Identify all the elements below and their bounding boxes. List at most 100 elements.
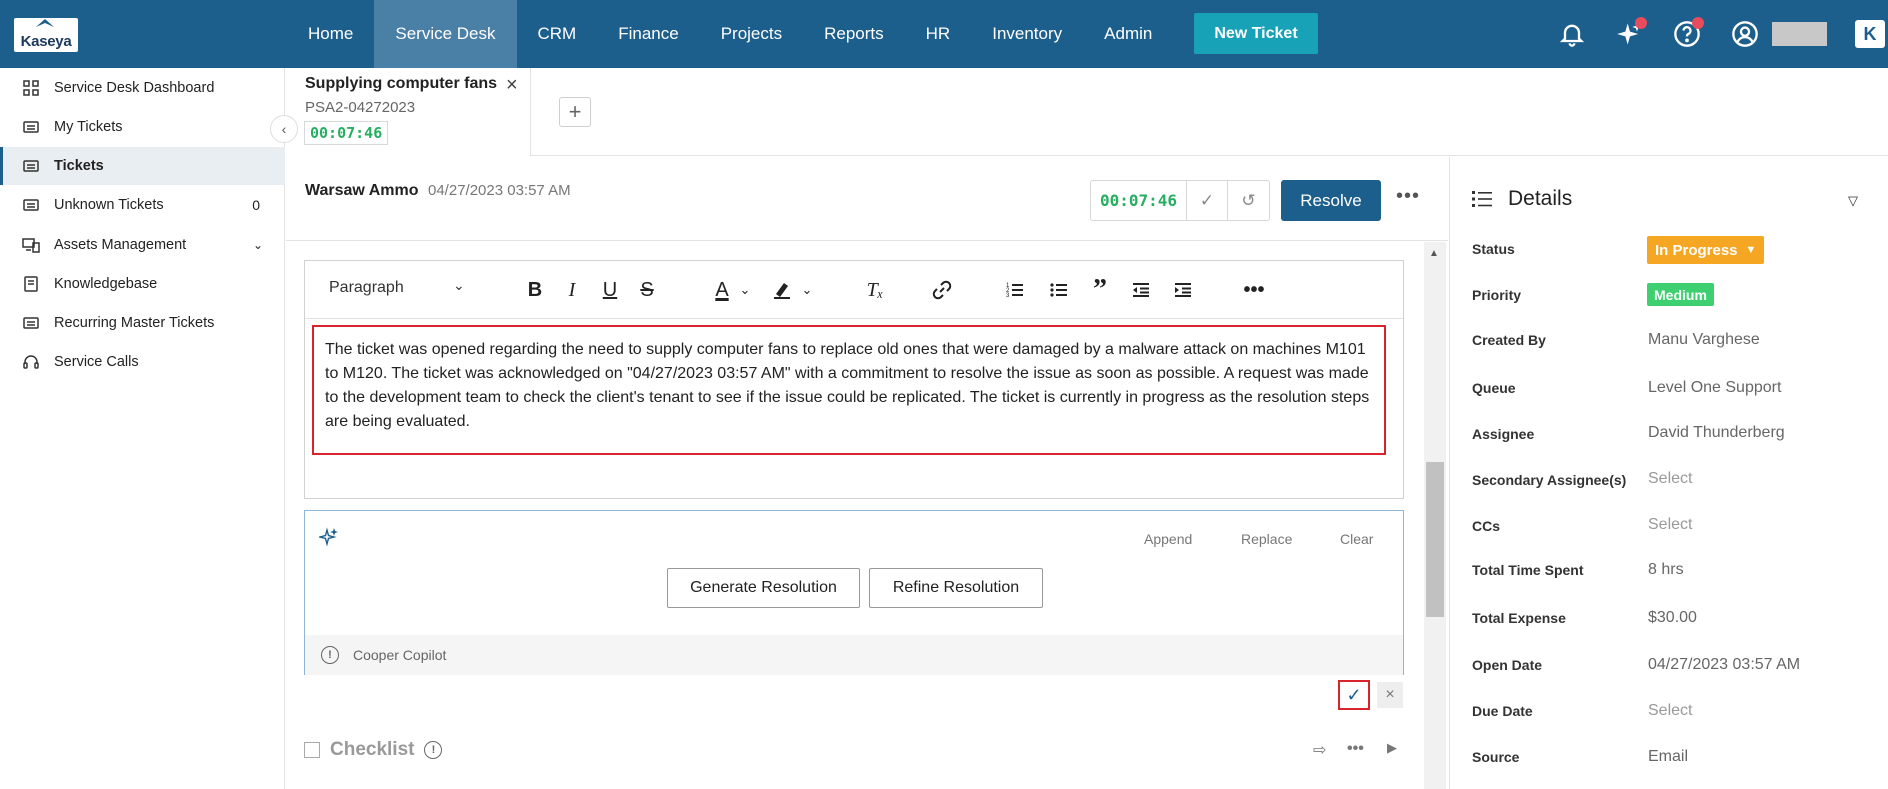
detail-queue[interactable]: Level One Support (1648, 379, 1781, 397)
customer-name[interactable]: Warsaw Ammo (305, 182, 419, 200)
clear-format-icon[interactable]: Tₓ (863, 275, 887, 305)
sidebar-item-knowledgebase[interactable]: Knowledgebase (0, 265, 285, 303)
sidebar-item-label: Assets Management (54, 237, 187, 253)
help-icon[interactable] (1673, 17, 1704, 48)
clear-link[interactable]: Clear (1340, 531, 1373, 547)
detail-label-queue: Queue (1472, 380, 1516, 396)
sparkle-icon[interactable] (1616, 17, 1647, 48)
chevron-down-icon[interactable]: ⌄ (799, 275, 815, 305)
nav-admin[interactable]: Admin (1083, 0, 1173, 68)
nav-home[interactable]: Home (287, 0, 374, 68)
resolution-text[interactable]: The ticket was opened regarding the need… (312, 325, 1386, 455)
sidebar-item-tickets[interactable]: Tickets (0, 147, 285, 185)
refine-resolution-button[interactable]: Refine Resolution (869, 568, 1043, 608)
nav-inventory[interactable]: Inventory (971, 0, 1083, 68)
sidebar-item-label: Recurring Master Tickets (54, 315, 215, 331)
checklist-icon (304, 742, 320, 758)
highlight-icon[interactable] (770, 275, 794, 305)
checklist-title[interactable]: Checklist (330, 739, 414, 761)
close-icon[interactable]: × (506, 74, 518, 97)
sidebar-item-assets-management[interactable]: Assets Management ⌄ (0, 226, 285, 264)
strikethrough-icon[interactable]: S (635, 275, 659, 305)
nav-menu: Home Service Desk CRM Finance Projects R… (287, 0, 1173, 68)
top-nav: Kaseya Home Service Desk CRM Finance Pro… (0, 0, 1888, 68)
collapse-details-icon[interactable]: ▽ (1848, 193, 1858, 209)
more-options-icon[interactable]: ••• (1241, 275, 1267, 305)
generate-resolution-button[interactable]: Generate Resolution (667, 568, 860, 608)
numbered-list-icon[interactable]: 123 (1003, 275, 1027, 305)
italic-icon[interactable]: I (560, 275, 584, 305)
bullet-list-icon[interactable] (1047, 275, 1071, 305)
detail-open-date: 04/27/2023 03:57 AM (1648, 656, 1801, 673)
expand-arrow-icon[interactable]: ▶ (1387, 740, 1397, 756)
scroll-up-icon[interactable]: ▲ (1429, 248, 1439, 259)
replace-link[interactable]: Replace (1241, 531, 1292, 547)
collapse-sidebar-button[interactable]: ‹ (270, 115, 298, 143)
blockquote-icon[interactable]: ” (1088, 274, 1112, 305)
book-icon (22, 275, 40, 293)
detail-label-total-expense: Total Expense (1472, 610, 1566, 626)
detail-secondary-assignees[interactable]: Select (1648, 470, 1692, 488)
link-icon[interactable] (930, 275, 954, 305)
detail-label-status: Status (1472, 241, 1515, 257)
sidebar-item-recurring-master-tickets[interactable]: Recurring Master Tickets (0, 304, 285, 342)
detail-label-open-date: Open Date (1472, 657, 1543, 673)
nav-crm[interactable]: CRM (517, 0, 598, 68)
headset-icon (22, 353, 40, 371)
status-badge[interactable]: In Progress ▼ (1647, 236, 1765, 264)
chevron-down-icon[interactable]: ⌄ (453, 277, 465, 294)
nav-hr[interactable]: HR (905, 0, 972, 68)
import-icon[interactable]: ⇨ (1313, 740, 1326, 760)
ticket-opened-date: 04/27/2023 03:57 AM (428, 182, 571, 199)
new-ticket-button[interactable]: New Ticket (1194, 13, 1318, 54)
cancel-button[interactable]: × (1377, 682, 1403, 708)
detail-assignee[interactable]: David Thunderberg (1648, 424, 1785, 442)
indent-icon[interactable] (1171, 275, 1195, 305)
chevron-down-icon[interactable]: ⌄ (253, 238, 263, 252)
more-options-icon[interactable]: ••• (1396, 185, 1420, 208)
bold-icon[interactable]: B (523, 275, 547, 305)
user-icon[interactable] (1731, 20, 1759, 48)
nav-projects[interactable]: Projects (700, 0, 803, 68)
sidebar-item-service-calls[interactable]: Service Calls (0, 343, 285, 381)
kaseya-logo[interactable]: Kaseya (14, 18, 78, 52)
text-color-icon[interactable]: A (710, 275, 734, 305)
nav-reports[interactable]: Reports (803, 0, 905, 68)
sidebar-item-my-tickets[interactable]: My Tickets (0, 108, 285, 146)
check-icon[interactable]: ✓ (1187, 181, 1228, 220)
append-link[interactable]: Append (1144, 531, 1192, 547)
resolve-button[interactable]: Resolve (1281, 180, 1381, 221)
detail-source[interactable]: Email (1648, 748, 1688, 766)
detail-due-date[interactable]: Select (1648, 702, 1692, 720)
notification-dot (1692, 17, 1704, 29)
block-format-select[interactable]: Paragraph (329, 279, 404, 297)
ticket-tab[interactable]: Supplying computer fans × PSA2-04272023 … (286, 68, 531, 156)
detail-created-by: Manu Varghese (1648, 331, 1760, 348)
underline-icon[interactable]: U (598, 275, 622, 305)
reset-icon[interactable]: ↺ (1228, 181, 1269, 220)
nav-service-desk[interactable]: Service Desk (374, 0, 517, 68)
unknown-tickets-count: 0 (252, 197, 260, 213)
scrollbar-thumb[interactable] (1426, 462, 1444, 617)
bell-icon[interactable] (1558, 20, 1586, 48)
priority-badge[interactable]: Medium (1647, 283, 1714, 306)
info-icon[interactable]: ! (424, 741, 443, 759)
sidebar-item-label: My Tickets (54, 119, 123, 135)
kaseya-k-icon[interactable]: K (1855, 20, 1885, 48)
more-options-icon[interactable]: ••• (1347, 740, 1364, 758)
sidebar-item-unknown-tickets[interactable]: Unknown Tickets 0 (0, 186, 285, 224)
add-tab-button[interactable]: + (559, 97, 591, 127)
sidebar-item-dashboard[interactable]: Service Desk Dashboard (0, 69, 285, 107)
sidebar-item-label: Knowledgebase (54, 276, 158, 292)
detail-label-priority: Priority (1472, 287, 1522, 303)
chevron-left-icon: ‹ (281, 121, 287, 137)
detail-ccs[interactable]: Select (1648, 516, 1692, 534)
confirm-check-button[interactable]: ✓ (1338, 680, 1370, 710)
status-value: In Progress (1655, 241, 1738, 259)
tab-timer: 00:07:46 (304, 121, 389, 145)
outdent-icon[interactable] (1129, 275, 1153, 305)
chevron-down-icon[interactable]: ⌄ (737, 275, 753, 305)
chevron-down-icon: ▼ (1745, 244, 1757, 256)
user-name-redacted[interactable] (1772, 22, 1827, 46)
nav-finance[interactable]: Finance (597, 0, 699, 68)
